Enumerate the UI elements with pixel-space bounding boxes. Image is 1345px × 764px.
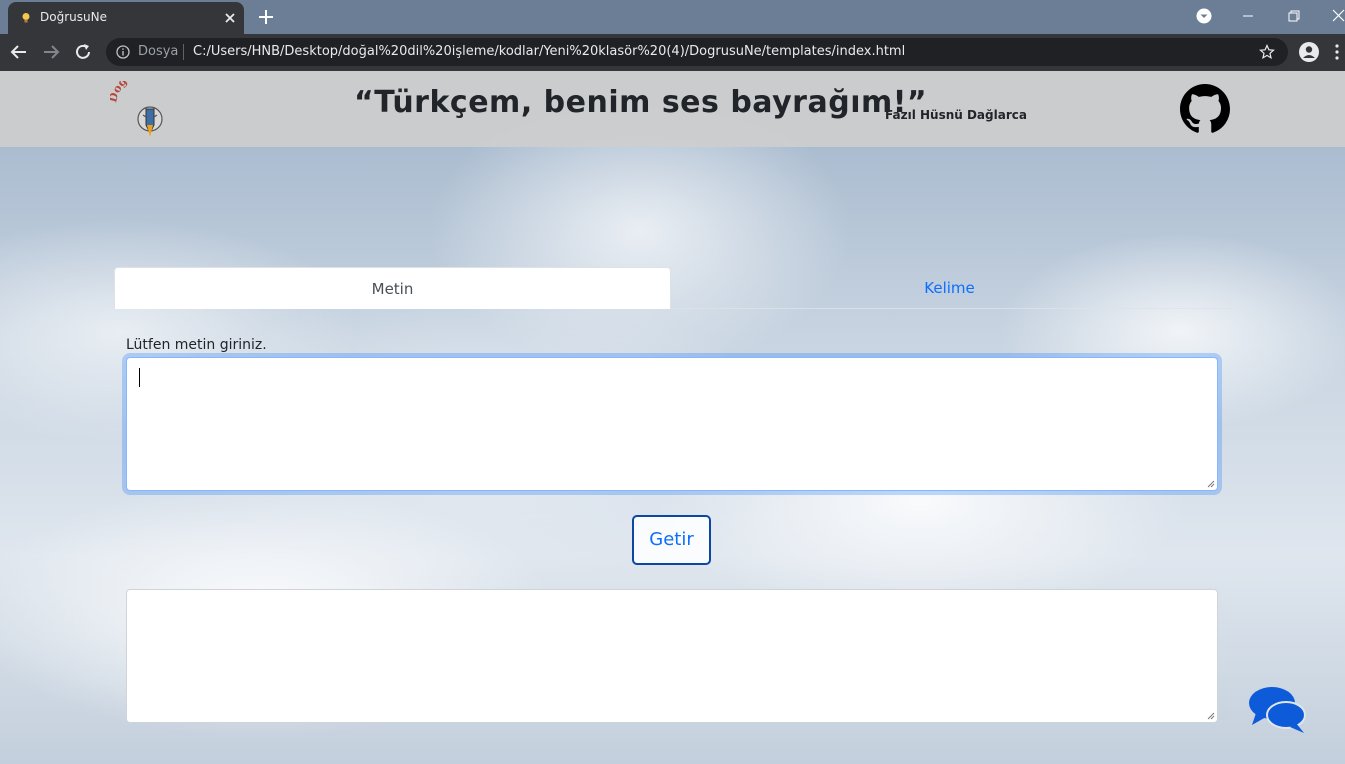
quote-author: Fazıl Hüsnü Dağlarca	[885, 108, 1027, 122]
page-body: DoğrusuNe “Türkçem, benim ses bayrağım!”…	[0, 71, 1345, 764]
tab-search-icon[interactable]	[1196, 8, 1212, 24]
site-header: DoğrusuNe “Türkçem, benim ses bayrağım!”…	[0, 71, 1345, 147]
restore-icon[interactable]	[1283, 6, 1305, 26]
text-output-area[interactable]	[126, 589, 1218, 723]
new-tab-icon[interactable]	[255, 6, 277, 28]
bookmark-star-icon[interactable]	[1259, 44, 1275, 60]
profile-avatar-icon[interactable]	[1298, 41, 1320, 63]
dogrusune-logo[interactable]: DoğrusuNe	[110, 81, 190, 141]
chat-bubbles-icon[interactable]	[1246, 683, 1308, 735]
browser-titlebar: DoğrusuNe	[0, 0, 1345, 34]
close-window-icon[interactable]	[1328, 6, 1345, 26]
address-bar[interactable]: Dosya C:/Users/HNB/Desktop/doğal%20dil%2…	[106, 38, 1288, 66]
url-text[interactable]: C:/Users/HNB/Desktop/doğal%20dil%20işlem…	[193, 44, 905, 59]
reload-icon[interactable]	[72, 41, 94, 63]
getir-button[interactable]: Getir	[632, 515, 711, 565]
info-icon[interactable]	[116, 45, 130, 59]
text-caret	[139, 368, 140, 387]
forward-arrow-icon[interactable]	[40, 41, 62, 63]
input-label: Lütfen metin giriniz.	[126, 337, 267, 353]
tab-title: DoğrusuNe	[40, 10, 107, 24]
github-icon[interactable]	[1180, 84, 1230, 134]
svg-text:DoğrusuNe: DoğrusuNe	[110, 81, 174, 104]
tab-kelime[interactable]: Kelime	[671, 267, 1228, 309]
resize-grip-icon[interactable]	[1207, 712, 1215, 720]
omnibox-divider	[183, 44, 184, 60]
resize-grip-icon[interactable]	[1207, 480, 1215, 488]
close-tab-icon[interactable]	[220, 8, 240, 28]
minimize-icon[interactable]	[1237, 6, 1259, 26]
mode-tabs: Metin Kelime	[114, 267, 1230, 309]
tab-metin[interactable]: Metin	[114, 267, 671, 309]
scheme-label: Dosya	[138, 44, 179, 59]
browser-toolbar: Dosya C:/Users/HNB/Desktop/doğal%20dil%2…	[0, 34, 1345, 71]
text-input-area[interactable]	[126, 357, 1218, 491]
more-menu-icon[interactable]	[1334, 43, 1340, 61]
browser-tab[interactable]: DoğrusuNe	[8, 2, 244, 34]
lightbulb-favicon-icon	[22, 13, 30, 23]
back-arrow-icon[interactable]	[8, 41, 30, 63]
quote-text: “Türkçem, benim ses bayrağım!”	[354, 85, 928, 120]
